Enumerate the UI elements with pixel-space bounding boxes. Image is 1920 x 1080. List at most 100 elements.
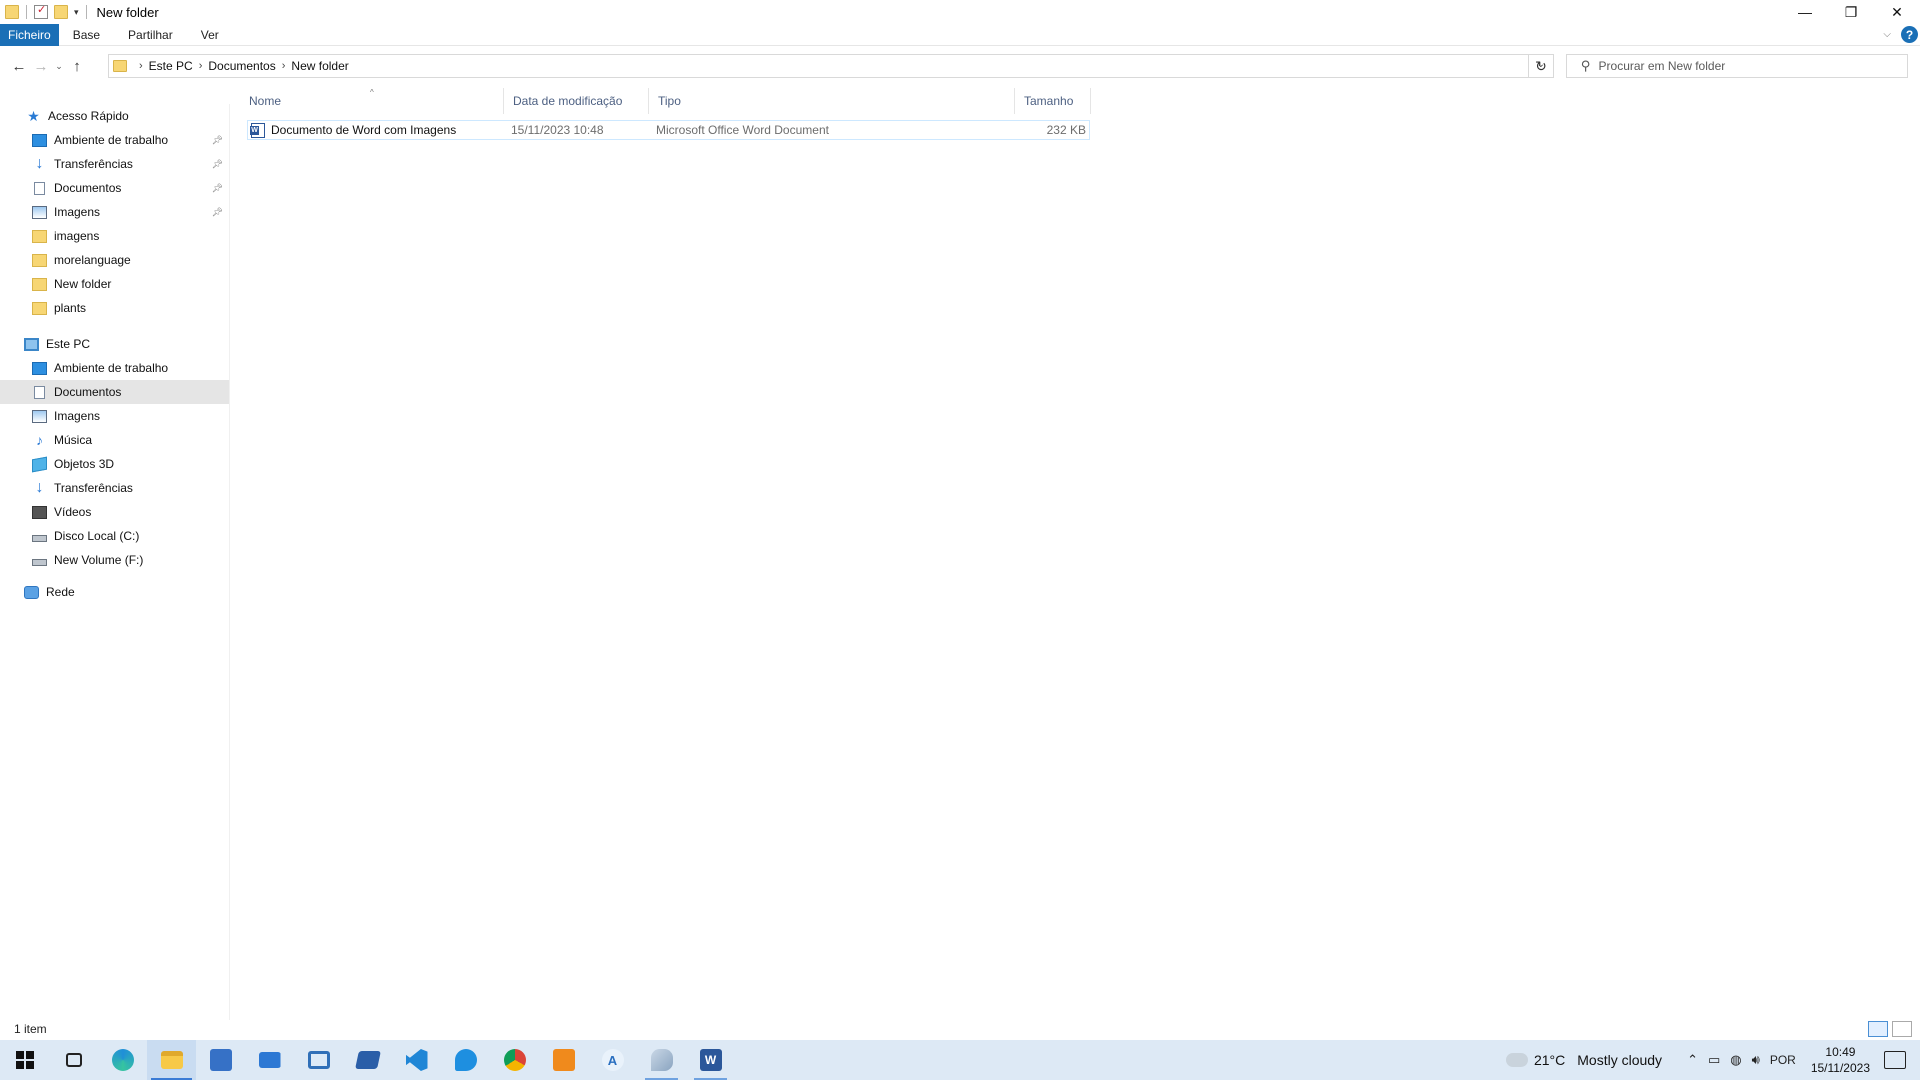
nav-item-pc-disco-local-c[interactable]: Disco Local (C:) <box>0 524 229 548</box>
edge-icon <box>111 1049 134 1071</box>
taskbar-edge-dev[interactable] <box>441 1040 490 1080</box>
nav-label: morelanguage <box>54 253 131 267</box>
clock[interactable]: 10:49 15/11/2023 <box>1811 1044 1870 1076</box>
nav-item-transferencias[interactable]: ↓ Transferências 📌︎ <box>0 152 229 176</box>
taskbar-chrome[interactable] <box>490 1040 539 1080</box>
customize-toolbar-dropdown-icon[interactable]: ▾ <box>74 7 79 18</box>
music-icon: ♪ <box>36 431 43 448</box>
documents-icon <box>34 181 45 195</box>
window-controls: — ❐ ✕ <box>1782 0 1920 24</box>
notification-center-icon[interactable] <box>1884 1051 1906 1069</box>
nav-label: Vídeos <box>54 505 92 519</box>
drive-icon <box>32 559 47 566</box>
properties-icon[interactable] <box>34 3 48 19</box>
column-header-data-de-modificacao[interactable]: Data de modificação <box>504 88 649 114</box>
taskbar-remote-desktop[interactable] <box>294 1040 343 1080</box>
search-input[interactable] <box>1598 59 1899 73</box>
column-header-tipo[interactable]: Tipo <box>649 88 1015 114</box>
new-folder-icon[interactable] <box>54 5 68 19</box>
app-a-icon: A <box>601 1049 624 1071</box>
taskbar-edge[interactable] <box>98 1040 147 1080</box>
details-view-button[interactable] <box>1868 1021 1888 1037</box>
start-button[interactable] <box>0 1040 49 1080</box>
tab-base[interactable]: Base <box>59 24 114 46</box>
nav-item-pc-musica[interactable]: ♪ Música <box>0 428 229 452</box>
breadcrumb-este-pc[interactable]: Este PC <box>149 59 193 73</box>
nav-label: Ambiente de trabalho <box>54 133 169 147</box>
nav-item-imagens[interactable]: Imagens 📌︎ <box>0 200 229 224</box>
breadcrumb-new-folder[interactable]: New folder <box>291 59 348 73</box>
nav-label: Transferências <box>54 481 133 495</box>
tab-partilhar[interactable]: Partilhar <box>114 24 187 46</box>
word-document-icon <box>250 122 265 138</box>
file-name: Documento de Word com Imagens <box>271 123 457 137</box>
column-header-tamanho[interactable]: Tamanho <box>1015 88 1091 114</box>
nav-item-pc-videos[interactable]: Vídeos <box>0 500 229 524</box>
breadcrumb-chevron-icon[interactable]: › <box>199 60 203 72</box>
large-icons-view-button[interactable] <box>1892 1021 1912 1037</box>
nav-item-pc-ambiente-de-trabalho[interactable]: Ambiente de trabalho <box>0 356 229 380</box>
nav-label: Documentos <box>54 385 122 399</box>
breadcrumb-chevron-icon[interactable]: › <box>282 60 286 72</box>
taskbar-paint[interactable] <box>637 1040 686 1080</box>
taskbar-app-orange[interactable] <box>539 1040 588 1080</box>
taskbar-file-explorer[interactable] <box>147 1040 196 1080</box>
nav-item-new-folder[interactable]: New folder <box>0 272 229 296</box>
tab-ver[interactable]: Ver <box>187 24 233 46</box>
weather-widget[interactable]: 21°C Mostly cloudy <box>1505 1047 1663 1068</box>
nav-label: Música <box>54 433 93 447</box>
nav-item-pc-transferencias[interactable]: ↓ Transferências <box>0 476 229 500</box>
show-hidden-icons-icon[interactable]: ⌃ <box>1687 1052 1698 1068</box>
meet-now-icon[interactable]: ▭ <box>1708 1052 1720 1068</box>
quick-access-toolbar: ▾ <box>0 0 91 24</box>
nav-item-plants[interactable]: plants <box>0 296 229 320</box>
nav-este-pc[interactable]: Este PC <box>0 332 229 356</box>
expand-ribbon-icon[interactable]: ⌵ <box>1883 29 1891 40</box>
recent-locations-dropdown-icon[interactable]: ⌄ <box>52 54 66 78</box>
maximize-button[interactable]: ❐ <box>1828 0 1874 24</box>
nav-item-pc-documentos[interactable]: Documentos <box>0 380 229 404</box>
sort-ascending-icon: ^ <box>370 88 374 97</box>
nav-item-pc-imagens[interactable]: Imagens <box>0 404 229 428</box>
file-name-cell: Documento de Word com Imagens <box>250 121 507 139</box>
taskbar-app-a[interactable]: A <box>588 1040 637 1080</box>
nav-item-documentos[interactable]: Documentos 📌︎ <box>0 176 229 200</box>
divider <box>26 5 27 19</box>
taskbar-word[interactable]: W <box>686 1040 735 1080</box>
tab-ficheiro[interactable]: Ficheiro <box>0 23 59 46</box>
nav-item-imagens-folder[interactable]: imagens <box>0 224 229 248</box>
weather-text: Mostly cloudy <box>1577 1052 1663 1068</box>
taskbar-mail[interactable] <box>245 1040 294 1080</box>
language-indicator[interactable]: POR <box>1770 1053 1796 1067</box>
forward-button[interactable]: → <box>30 54 52 78</box>
nav-item-pc-objetos-3d[interactable]: Objetos 3D <box>0 452 229 476</box>
taskbar-vscode[interactable] <box>392 1040 441 1080</box>
nav-rede[interactable]: Rede <box>0 580 229 604</box>
nav-item-morelanguage[interactable]: morelanguage <box>0 248 229 272</box>
table-row[interactable]: Documento de Word com Imagens 15/11/2023… <box>247 120 1090 140</box>
file-explorer-icon <box>160 1051 183 1069</box>
app-orange-icon <box>552 1049 575 1071</box>
taskbar-powershell[interactable] <box>343 1040 392 1080</box>
refresh-button[interactable]: ↻ <box>1528 54 1554 78</box>
network-tray-icon[interactable]: ◍ <box>1730 1052 1741 1068</box>
close-button[interactable]: ✕ <box>1874 0 1920 24</box>
desktop-icon <box>32 133 47 147</box>
nav-item-ambiente-de-trabalho[interactable]: Ambiente de trabalho 📌︎ <box>0 128 229 152</box>
videos-icon <box>32 505 47 519</box>
up-button[interactable]: ↑ <box>66 54 88 78</box>
nav-quick-access[interactable]: ★ Acesso Rápido <box>0 104 229 128</box>
volume-icon[interactable]: 🔊︎ <box>1752 1052 1760 1068</box>
vscode-icon <box>405 1049 428 1071</box>
breadcrumb-chevron-icon[interactable]: › <box>139 60 143 72</box>
breadcrumb-documentos[interactable]: Documentos <box>208 59 275 73</box>
pin-icon: 📌︎ <box>211 158 223 169</box>
nav-item-pc-new-volume-f[interactable]: New Volume (F:) <box>0 548 229 572</box>
taskbar-store[interactable] <box>196 1040 245 1080</box>
search-box[interactable]: ⚲ <box>1566 54 1908 78</box>
minimize-button[interactable]: — <box>1782 0 1828 24</box>
task-view-button[interactable] <box>49 1040 98 1080</box>
help-icon[interactable]: ? <box>1901 26 1918 43</box>
address-bar[interactable]: › Este PC › Documentos › New folder ⌄ <box>108 54 1554 78</box>
back-button[interactable]: ← <box>8 54 30 78</box>
